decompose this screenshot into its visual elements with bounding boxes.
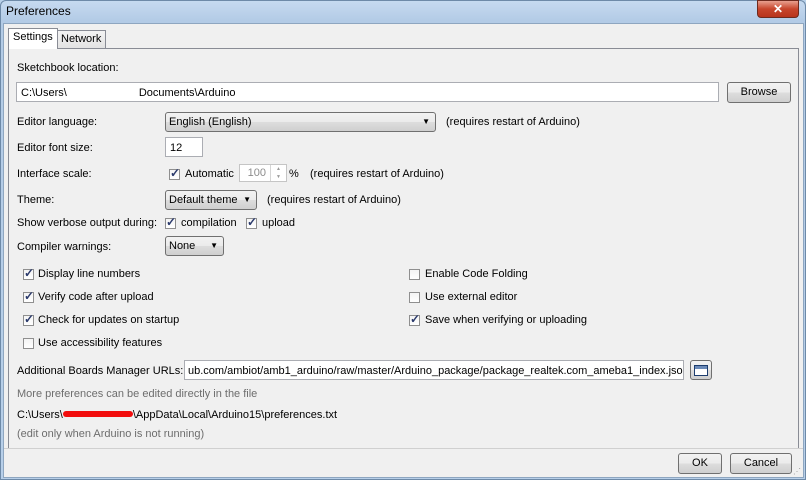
- dialog-footer: OK Cancel ⋰: [4, 448, 803, 477]
- verify-after-upload-checkbox[interactable]: ✓: [23, 289, 35, 303]
- preferences-file-path: C:\Users\ \AppData\Local\Arduino15\prefer…: [17, 408, 337, 421]
- ok-button[interactable]: OK: [678, 453, 722, 474]
- external-editor-label: Use external editor: [425, 291, 518, 303]
- save-on-verify-label: Save when verifying or uploading: [425, 314, 588, 326]
- boards-manager-label: Additional Boards Manager URLs:: [17, 365, 184, 377]
- verbose-label: Show verbose output during:: [17, 217, 158, 229]
- window-list-icon: [694, 365, 708, 376]
- browse-button-label: Browse: [740, 86, 778, 98]
- spinner-up-icon[interactable]: ▲: [270, 165, 286, 173]
- verbose-compilation-label: compilation: [181, 217, 237, 229]
- sketchbook-path-prefix: C:\Users\: [21, 87, 67, 99]
- window-title: Preferences: [6, 4, 71, 18]
- close-window-button[interactable]: ✕: [757, 0, 799, 18]
- editor-language-value: English (English): [169, 116, 252, 128]
- checkmark-icon: ✓: [410, 312, 421, 326]
- edit-note: (edit only when Arduino is not running): [17, 428, 205, 440]
- checkmark-icon: ✓: [24, 266, 35, 280]
- accessibility-checkbox[interactable]: [23, 338, 34, 349]
- more-prefs-hint: More preferences can be edited directly …: [17, 388, 258, 400]
- boards-manager-url-value: ub.com/ambiot/amb1_arduino/raw/master/Ar…: [188, 365, 684, 377]
- theme-label: Theme:: [17, 194, 55, 206]
- prefs-path-suffix: \AppData\Local\Arduino15\preferences.txt: [132, 409, 338, 421]
- editor-language-label: Editor language:: [17, 116, 98, 128]
- title-bar: Preferences ✕: [1, 0, 805, 23]
- tab-network[interactable]: Network: [56, 30, 107, 48]
- check-updates-label: Check for updates on startup: [38, 314, 180, 326]
- checkmark-icon: ✓: [24, 289, 35, 303]
- sketchbook-path-input[interactable]: C:\Users\ Documents\Arduino: [16, 82, 719, 102]
- accessibility-label: Use accessibility features: [38, 337, 163, 349]
- dialog-body: Settings Network Sketchbook location: C:…: [3, 23, 804, 478]
- chevron-down-icon: ▼: [422, 117, 430, 126]
- theme-value: Default theme: [169, 194, 238, 206]
- chevron-down-icon: ▼: [243, 195, 251, 204]
- interface-scale-note: (requires restart of Arduino): [310, 168, 444, 180]
- cancel-button-label: Cancel: [743, 457, 779, 469]
- chevron-down-icon: ▼: [210, 241, 218, 250]
- resize-grip-icon[interactable]: ⋰: [793, 467, 801, 476]
- editor-language-select[interactable]: English (English) ▼: [165, 112, 436, 132]
- font-size-label: Editor font size:: [17, 142, 93, 154]
- verbose-upload-label: upload: [262, 217, 296, 229]
- compiler-warnings-label: Compiler warnings:: [17, 241, 112, 253]
- edit-urls-button[interactable]: [690, 360, 712, 380]
- tab-settings-label: Settings: [13, 31, 53, 43]
- sketchbook-label: Sketchbook location:: [17, 62, 119, 74]
- verbose-upload-checkbox[interactable]: ✓: [246, 215, 258, 229]
- code-folding-label: Enable Code Folding: [425, 268, 528, 280]
- interface-scale-spinner[interactable]: 100 ▲ ▼: [239, 164, 287, 182]
- compiler-warnings-value: None: [169, 240, 196, 252]
- theme-note: (requires restart of Arduino): [267, 194, 401, 206]
- ok-button-label: OK: [692, 457, 708, 469]
- cancel-button[interactable]: Cancel: [730, 453, 792, 474]
- redaction-mark: [62, 411, 133, 417]
- verify-after-upload-label: Verify code after upload: [38, 291, 154, 303]
- editor-language-note: (requires restart of Arduino): [446, 116, 580, 128]
- display-line-numbers-label: Display line numbers: [38, 268, 141, 280]
- settings-panel: Sketchbook location: C:\Users\ Documents\…: [8, 48, 799, 469]
- boards-manager-url-input[interactable]: ub.com/ambiot/amb1_arduino/raw/master/Ar…: [184, 360, 684, 380]
- sketchbook-path-suffix: Documents\Arduino: [138, 87, 236, 99]
- font-size-input[interactable]: 12: [165, 137, 203, 157]
- prefs-path-prefix: C:\Users\: [17, 409, 63, 421]
- checkmark-icon: ✓: [247, 215, 258, 229]
- interface-scale-unit: %: [289, 168, 299, 180]
- checkmark-icon: ✓: [166, 215, 177, 229]
- theme-select[interactable]: Default theme ▼: [165, 190, 257, 210]
- automatic-scale-checkbox[interactable]: ✓: [169, 166, 181, 180]
- redacted-username: [62, 408, 133, 418]
- spinner-down-icon[interactable]: ▼: [270, 173, 286, 181]
- tab-network-label: Network: [61, 33, 102, 45]
- code-folding-checkbox[interactable]: [409, 269, 420, 280]
- preferences-window: Preferences ✕ Settings Network Sketchboo…: [0, 0, 806, 480]
- checkmark-icon: ✓: [24, 312, 35, 326]
- close-icon: ✕: [772, 2, 784, 16]
- automatic-scale-label: Automatic: [185, 168, 234, 180]
- compiler-warnings-select[interactable]: None ▼: [165, 236, 224, 256]
- checkmark-icon: ✓: [170, 166, 181, 180]
- interface-scale-value: 100: [247, 167, 266, 179]
- check-updates-checkbox[interactable]: ✓: [23, 312, 35, 326]
- tab-settings[interactable]: Settings: [8, 28, 58, 49]
- browse-button[interactable]: Browse: [727, 82, 791, 103]
- external-editor-checkbox[interactable]: [409, 292, 420, 303]
- save-on-verify-checkbox[interactable]: ✓: [409, 312, 421, 326]
- display-line-numbers-checkbox[interactable]: ✓: [23, 266, 35, 280]
- interface-scale-label: Interface scale:: [17, 168, 92, 180]
- font-size-value: 12: [170, 142, 183, 154]
- verbose-compilation-checkbox[interactable]: ✓: [165, 215, 177, 229]
